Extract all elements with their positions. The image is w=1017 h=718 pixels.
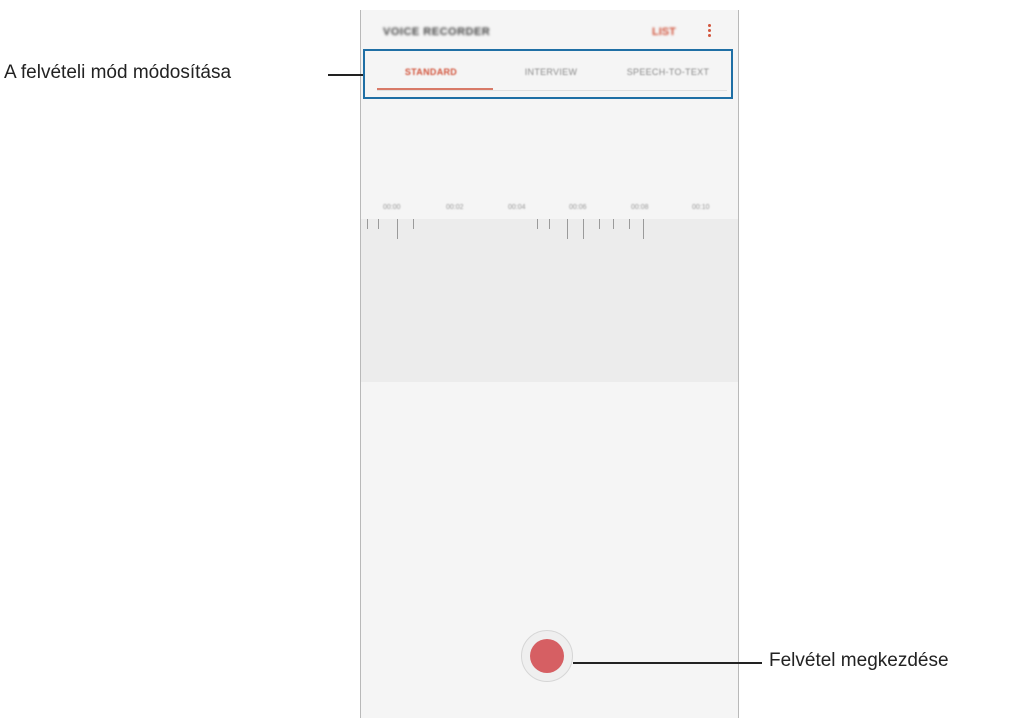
time-label: 00:10 [692,204,710,211]
mode-tabs-highlight [363,49,733,99]
timeline-tick [583,219,584,239]
record-leader-line [573,662,762,664]
more-vertical-icon[interactable] [704,24,714,42]
timeline-tick [367,219,368,229]
start-recording-callout: Felvétel megkezdése [769,650,949,671]
record-button[interactable] [521,630,573,682]
mode-change-callout: A felvételi mód módosítása [4,62,232,83]
waveform-panel [361,219,738,382]
timeline-tick [567,219,568,239]
timeline-tick [378,219,379,229]
mode-leader-line [328,74,363,76]
timeline-tick [613,219,614,229]
timeline-tick [397,219,398,239]
time-label: 00:08 [631,204,649,211]
timeline-tick [413,219,414,229]
time-label: 00:06 [569,204,587,211]
time-label: 00:04 [508,204,526,211]
time-label: 00:02 [446,204,464,211]
app-title: VOICE RECORDER [383,26,491,38]
list-button[interactable]: LIST [652,26,676,38]
record-icon[interactable] [530,639,564,673]
timeline: 00:00 00:02 00:04 00:06 00:08 00:10 [361,200,738,220]
timeline-tick [537,219,538,229]
timeline-tick [599,219,600,229]
manual-figure: VOICE RECORDER LIST STANDARD INTERVIEW S… [0,0,1017,718]
timeline-tick [549,219,550,229]
timeline-tick [643,219,644,239]
timeline-tick [629,219,630,229]
phone-screen: VOICE RECORDER LIST STANDARD INTERVIEW S… [360,10,739,718]
time-label: 00:00 [383,204,401,211]
